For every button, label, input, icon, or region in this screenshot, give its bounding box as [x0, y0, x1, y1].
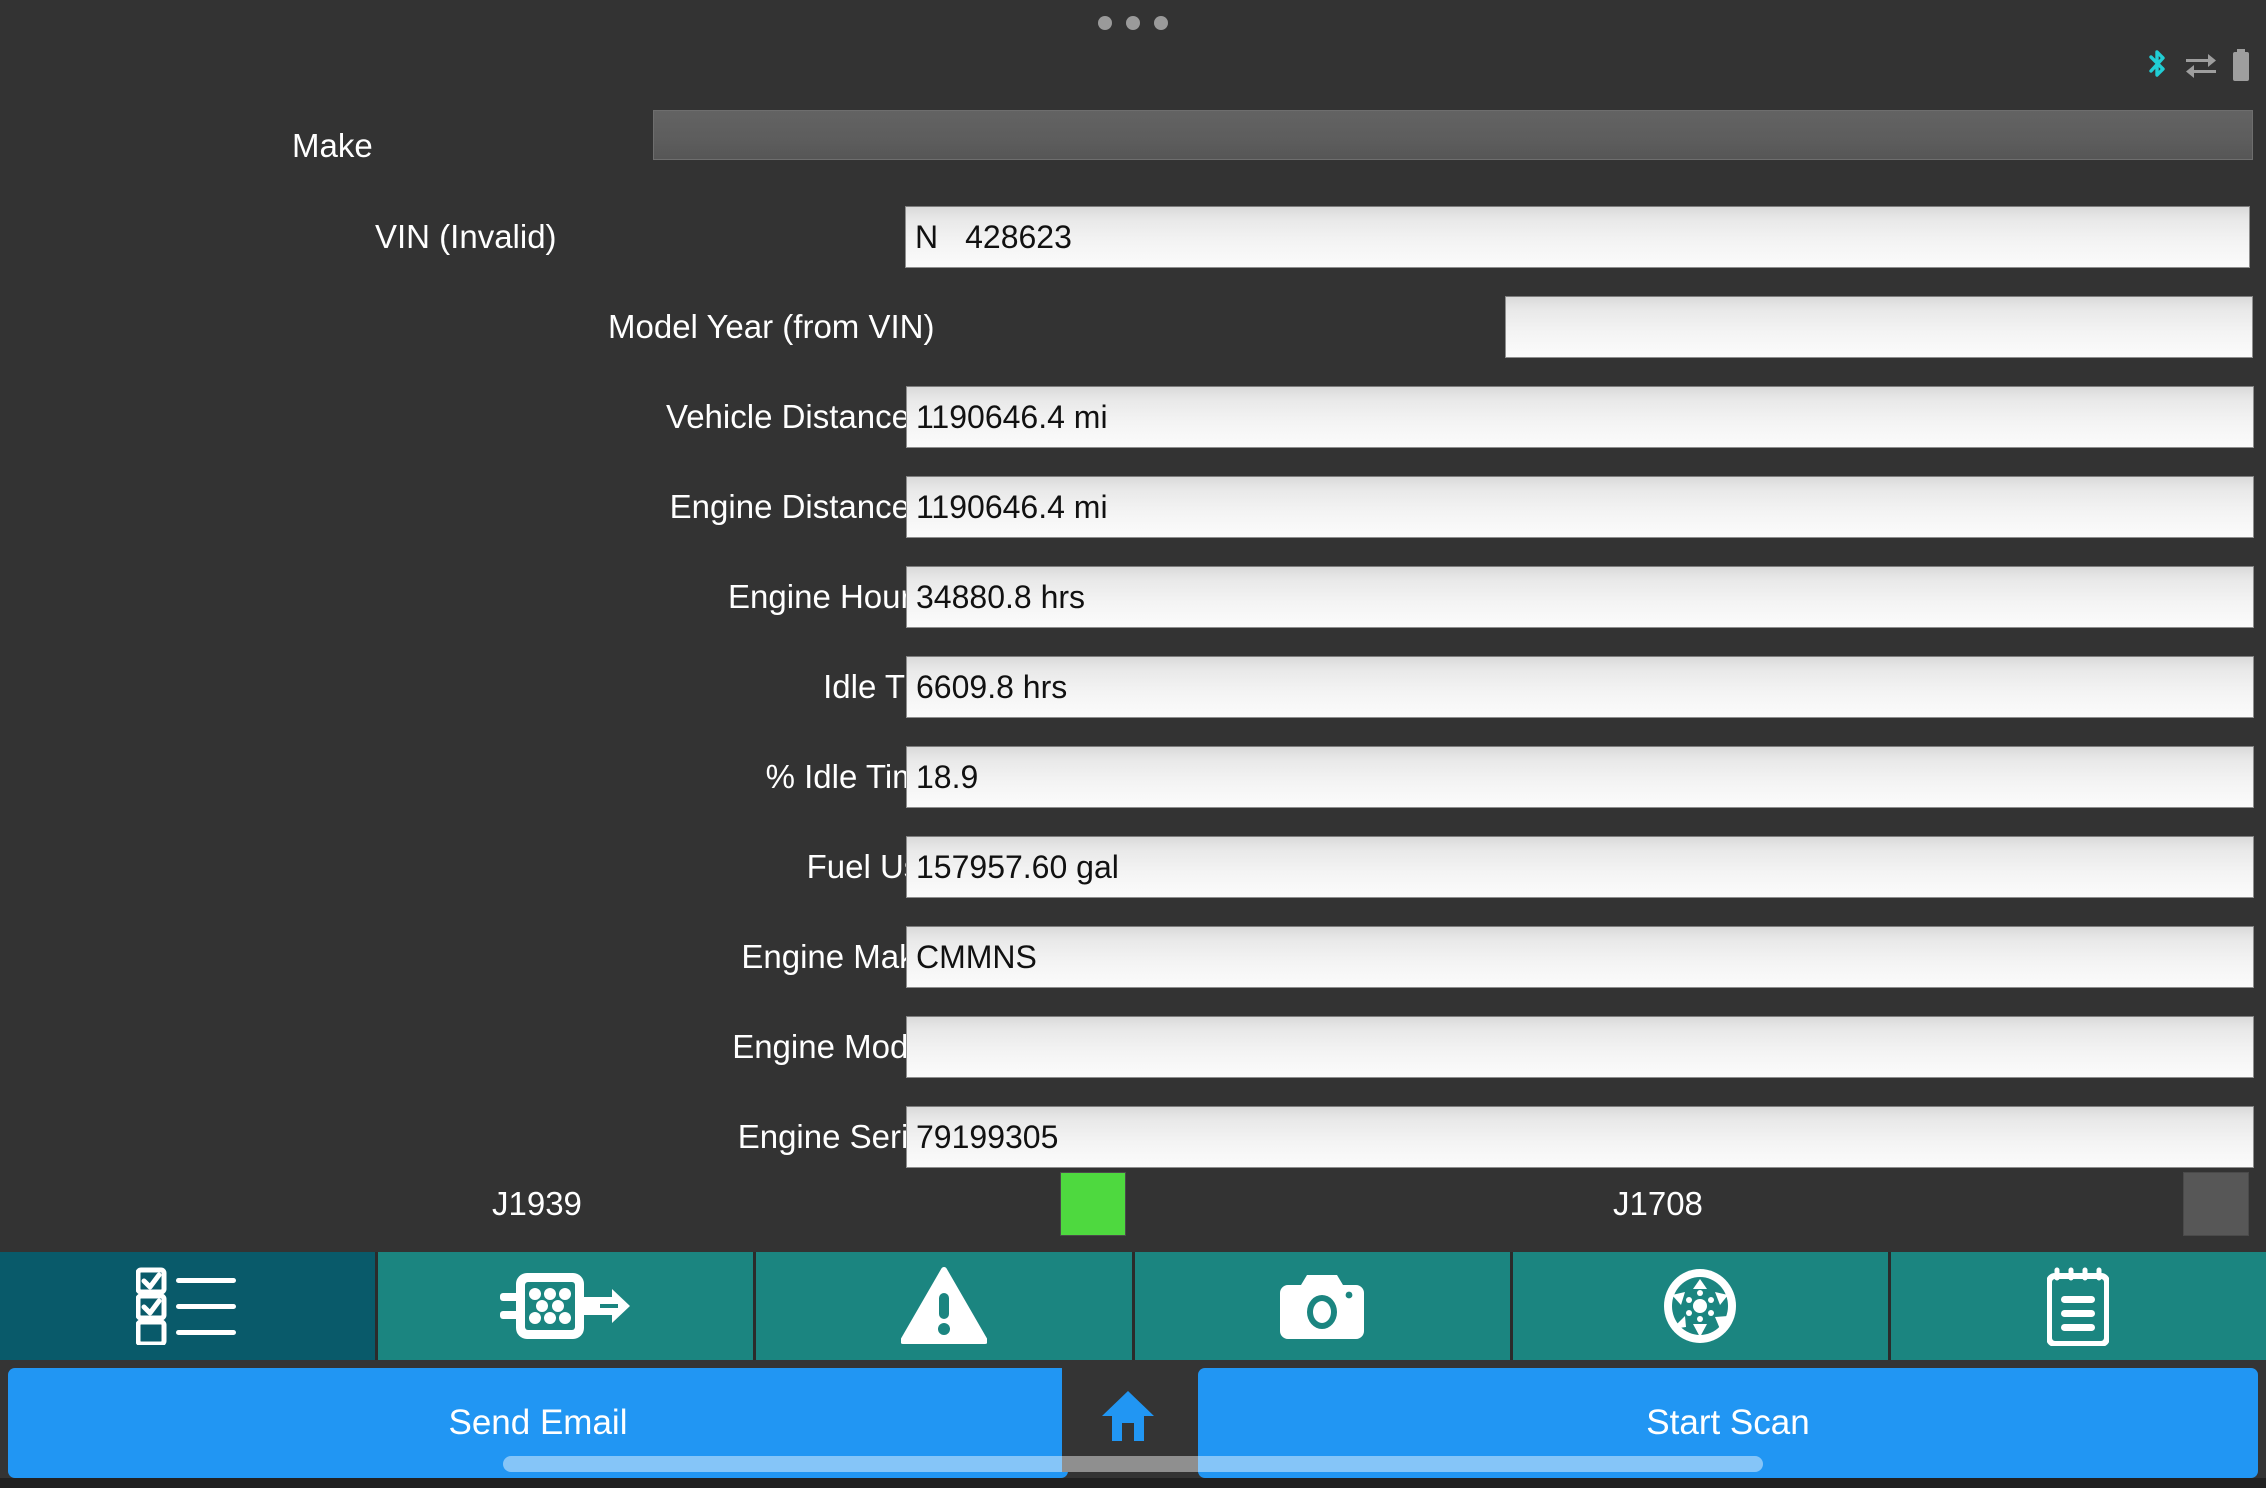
vin-field[interactable]: N 428623	[905, 206, 2250, 268]
form-row-vin: VIN (Invalid) N 428623	[0, 192, 2266, 282]
vin-prefix: N	[915, 218, 939, 255]
percent-idle-time-label: % Idle Time	[765, 758, 938, 795]
engine-model-label: Engine Model	[732, 1028, 934, 1065]
fuel-used-field[interactable]: 157957.60 gal	[906, 836, 2254, 898]
percent-idle-time-field[interactable]: 18.9	[906, 746, 2254, 808]
form-row-model-year: Model Year (from VIN)	[0, 282, 2266, 372]
home-icon	[1099, 1387, 1157, 1445]
bluetooth-icon	[2144, 48, 2170, 87]
make-label: Make	[292, 127, 373, 164]
navigation-bar-base	[0, 1478, 2266, 1488]
engine-hours-field[interactable]: 34880.8 hrs	[906, 566, 2254, 628]
notepad-icon	[2047, 1266, 2110, 1346]
checklist-icon	[135, 1267, 240, 1345]
start-scan-button[interactable]: Start Scan	[1198, 1368, 2258, 1478]
app-root: Make VIN (Invalid) N 428623 Model Year (…	[0, 0, 2266, 1488]
j1708-label: J1708	[1613, 1185, 1703, 1222]
make-field[interactable]	[653, 110, 2253, 160]
form-row-fuel-used: Fuel Used 157957.60 gal	[0, 822, 2266, 912]
system-icons	[2144, 48, 2250, 87]
j1939-status-indicator	[1060, 1172, 1126, 1236]
data-transfer-icon	[2184, 50, 2218, 85]
engine-serial-field[interactable]: 79199305	[906, 1106, 2254, 1168]
overflow-dot	[1154, 16, 1168, 30]
model-year-label: Model Year (from VIN)	[608, 308, 935, 345]
send-email-button[interactable]: Send Email	[8, 1368, 1068, 1478]
engine-model-field[interactable]	[906, 1016, 2254, 1078]
action-bar: Send Email Start Scan	[0, 1360, 2266, 1488]
vehicle-info-form: Make VIN (Invalid) N 428623 Model Year (…	[0, 100, 2266, 1182]
model-year-field[interactable]	[1505, 296, 2253, 358]
engine-distance-field[interactable]: 1190646.4 mi	[906, 476, 2254, 538]
vehicle-distance-field[interactable]: 1190646.4 mi	[906, 386, 2254, 448]
vin-label: VIN (Invalid)	[375, 218, 557, 255]
overflow-dots	[0, 16, 2266, 30]
engine-make-label: Engine Make	[741, 938, 934, 975]
tab-checklist[interactable]	[0, 1252, 376, 1360]
bottom-tab-bar	[0, 1252, 2266, 1360]
overflow-dot	[1098, 16, 1112, 30]
home-button[interactable]	[1062, 1360, 1194, 1472]
form-row-engine-distance: Engine Distance 1190646.4 mi	[0, 462, 2266, 552]
fuel-used-label: Fuel Used	[806, 848, 957, 885]
vehicle-distance-label: Vehicle Distance	[666, 398, 910, 435]
engine-make-field[interactable]: CMMNS	[906, 926, 2254, 988]
connector-plug-icon	[499, 1267, 632, 1345]
tab-faults[interactable]	[756, 1252, 1132, 1360]
idle-time-label: Idle Time	[823, 668, 957, 705]
form-row-engine-make: Engine Make CMMNS	[0, 912, 2266, 1002]
idle-time-field[interactable]: 6609.8 hrs	[906, 656, 2254, 718]
j1939-label: J1939	[492, 1185, 582, 1222]
overflow-dot	[1126, 16, 1140, 30]
vin-number: 428623	[965, 218, 1072, 255]
tab-notes[interactable]	[1890, 1252, 2266, 1360]
battery-icon	[2232, 49, 2250, 86]
camera-icon	[1280, 1271, 1365, 1341]
form-row-engine-model: Engine Model	[0, 1002, 2266, 1092]
form-row-make: Make	[0, 100, 2266, 192]
engine-hours-label: Engine Hours	[728, 578, 928, 615]
tab-wheel[interactable]	[1512, 1252, 1888, 1360]
form-row-engine-hours: Engine Hours 34880.8 hrs	[0, 552, 2266, 642]
form-row-idle-time: Idle Time 6609.8 hrs	[0, 642, 2266, 732]
status-bar	[0, 0, 2266, 100]
form-row-percent-idle-time: % Idle Time 18.9	[0, 732, 2266, 822]
wheel-icon	[1662, 1267, 1738, 1345]
protocol-status-row: J1939 J1708	[0, 1160, 2266, 1248]
tab-camera[interactable]	[1134, 1252, 1510, 1360]
j1708-status-indicator	[2183, 1172, 2249, 1236]
engine-distance-label: Engine Distance	[669, 488, 910, 525]
form-row-vehicle-distance: Vehicle Distance 1190646.4 mi	[0, 372, 2266, 462]
tab-connector[interactable]	[378, 1252, 754, 1360]
warning-triangle-icon	[900, 1267, 987, 1345]
